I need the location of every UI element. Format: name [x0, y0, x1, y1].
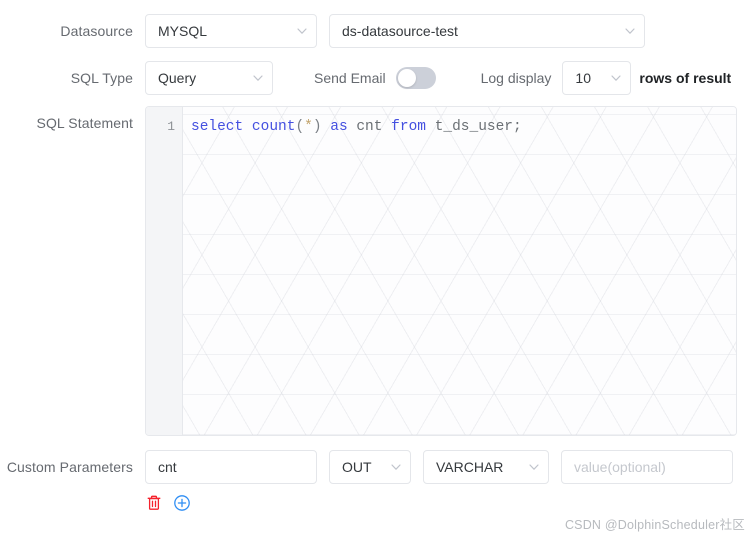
custom-parameter-direction-value: OUT: [342, 459, 372, 475]
chevron-down-icon: [296, 25, 307, 35]
datasource-instance-select[interactable]: ds-datasource-test: [329, 14, 645, 48]
custom-parameter-datatype-select[interactable]: VARCHAR: [423, 450, 549, 484]
chevron-down-icon: [624, 25, 635, 35]
sql-token-plain: [243, 119, 252, 135]
plus-circle-icon[interactable]: [173, 494, 191, 512]
sql-token-keyword: select: [191, 119, 244, 135]
sql-token-plain: [322, 119, 331, 135]
custom-parameter-datatype-value: VARCHAR: [436, 459, 504, 475]
custom-parameter-direction-select[interactable]: OUT: [329, 450, 411, 484]
send-email-toggle[interactable]: [395, 67, 436, 89]
sql-token-function: count: [251, 119, 296, 135]
line-number: 1: [167, 119, 175, 134]
sql-statement-row: SQL Statement 1 select count(*) as cnt f…: [0, 106, 737, 436]
sql-token-star: *: [304, 119, 313, 135]
sql-token-identifier: t_ds_user;: [434, 119, 522, 135]
log-display-rows-select[interactable]: 10: [562, 61, 632, 95]
sql-token-operator: (: [295, 119, 305, 135]
sql-token-keyword: from: [391, 119, 426, 135]
sql-token-keyword: as: [330, 119, 348, 135]
sql-task-form: Datasource MYSQL ds-datasource-test SQL …: [0, 0, 753, 539]
sql-type-value: Query: [158, 70, 197, 86]
sql-type-select[interactable]: Query: [145, 61, 273, 95]
toggle-knob: [397, 69, 416, 87]
editor-gutter: 1: [146, 107, 183, 435]
sql-token-identifier: cnt: [356, 119, 383, 135]
custom-parameter-value-input[interactable]: value(optional): [561, 450, 733, 484]
sql-type-row: SQL Type Query Send Email Log display 10…: [0, 61, 731, 95]
datasource-type-value: MYSQL: [158, 23, 208, 39]
custom-parameters-row: Custom Parameters cnt OUT VARCHAR value(…: [0, 450, 733, 484]
sql-editor[interactable]: 1 select count(*) as cnt from t_ds_user;: [145, 106, 737, 436]
log-display-label: Log display: [480, 70, 552, 86]
chevron-down-icon: [610, 72, 622, 82]
datasource-instance-value: ds-datasource-test: [342, 23, 458, 39]
watermark: CSDN @DolphinScheduler社区: [564, 518, 745, 532]
log-display-suffix: rows of result: [639, 70, 732, 86]
sql-statement-label: SQL Statement: [36, 115, 133, 131]
sql-code-content[interactable]: select count(*) as cnt from t_ds_user;: [183, 107, 736, 435]
custom-parameter-value-placeholder: value(optional): [574, 459, 666, 475]
custom-parameter-name-value: cnt: [158, 459, 177, 475]
trash-icon[interactable]: [145, 494, 163, 512]
send-email-label: Send Email: [314, 70, 386, 86]
sql-type-label: SQL Type: [70, 70, 133, 86]
datasource-row: Datasource MYSQL ds-datasource-test: [0, 14, 645, 48]
chevron-down-icon: [252, 72, 263, 82]
chevron-down-icon: [528, 461, 539, 471]
sql-token-operator: ): [312, 119, 322, 135]
log-display-rows-value: 10: [575, 70, 591, 86]
custom-parameter-actions: [145, 494, 191, 512]
sql-token-plain: [382, 119, 391, 135]
custom-parameter-name-input[interactable]: cnt: [145, 450, 317, 484]
chevron-down-icon: [390, 461, 401, 471]
sql-token-plain: [426, 119, 435, 135]
datasource-type-select[interactable]: MYSQL: [145, 14, 317, 48]
custom-parameters-label: Custom Parameters: [6, 459, 133, 475]
datasource-label: Datasource: [60, 23, 133, 39]
